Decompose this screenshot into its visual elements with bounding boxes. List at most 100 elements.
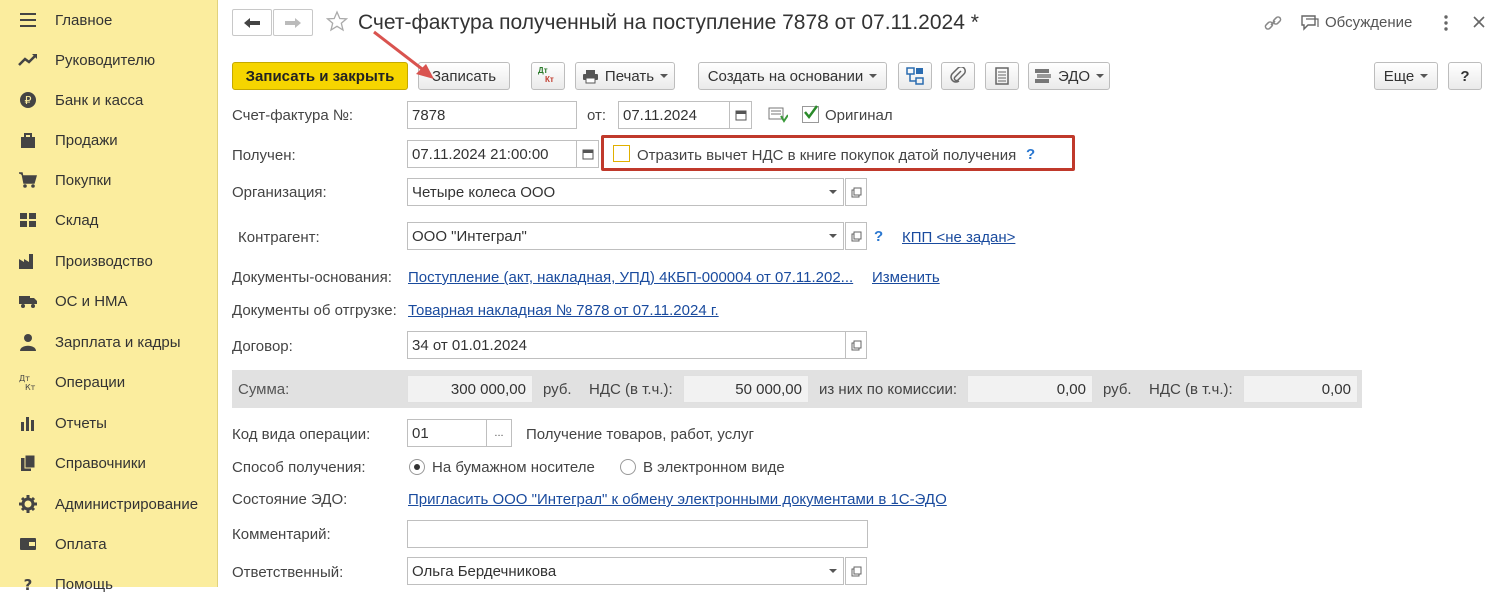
open-icon <box>851 187 861 197</box>
sum-value: 300 000,00 <box>407 375 533 403</box>
contract-input[interactable]: 34 от 01.01.2024 <box>407 331 846 359</box>
sidebar-item-help[interactable]: ? Помощь <box>0 564 218 604</box>
currency-label-1: руб. <box>543 381 572 398</box>
arrow-left-icon <box>244 17 260 28</box>
vat-label-2: НДС (в т.ч.): <box>1149 381 1233 398</box>
kpp-link[interactable]: КПП <не задан> <box>902 229 1015 246</box>
sidebar-item-bank[interactable]: ₽ Банк и касса <box>0 80 218 120</box>
create-based-on-button[interactable]: Создать на основании <box>698 62 887 90</box>
vat-deduction-checkbox[interactable] <box>613 145 630 162</box>
contractor-label: Контрагент: <box>238 229 320 246</box>
sidebar-item-salary[interactable]: Зарплата и кадры <box>0 322 218 362</box>
more-button[interactable]: Еще <box>1374 62 1438 90</box>
dt-kt-icon: Дт Кт <box>18 372 38 392</box>
sidebar-item-reports[interactable]: Отчеты <box>0 403 218 443</box>
original-checkbox[interactable] <box>802 105 819 123</box>
receiving-method-label: Способ получения: <box>232 459 366 476</box>
arrow-right-icon <box>285 17 301 28</box>
invoice-date-input[interactable]: 07.11.2024 <box>618 101 730 129</box>
edo-status-icon[interactable] <box>768 107 789 127</box>
edo-label: ЭДО <box>1057 67 1091 85</box>
operation-code-select-button[interactable]: ... <box>486 419 512 447</box>
base-documents-link[interactable]: Поступление (акт, накладная, УПД) 4КБП-0… <box>408 269 853 286</box>
paper-radio[interactable] <box>409 459 425 475</box>
comment-input[interactable] <box>407 520 868 548</box>
sidebar-item-label: Продажи <box>55 131 118 149</box>
open-icon <box>851 340 861 350</box>
forward-button[interactable] <box>273 9 313 36</box>
dt-label: Дт <box>538 66 548 75</box>
structure-icon <box>906 67 924 85</box>
electronic-radio-label: В электронном виде <box>643 459 785 476</box>
responsible-dropdown[interactable] <box>822 557 844 585</box>
sidebar-item-label: Помощь <box>55 575 113 593</box>
printer-icon <box>582 69 598 83</box>
operation-code-description: Получение товаров, работ, услуг <box>526 426 754 443</box>
print-label: Печать <box>604 67 655 85</box>
link-icon[interactable] <box>1263 14 1283 36</box>
favorite-star-icon[interactable] <box>325 10 349 36</box>
organization-open-button[interactable] <box>845 178 867 206</box>
report-button[interactable] <box>985 62 1019 90</box>
discussion-link[interactable]: Обсуждение <box>1325 14 1412 31</box>
contractor-dropdown[interactable] <box>822 222 844 250</box>
from-label: от: <box>587 107 607 124</box>
edo-invite-link[interactable]: Пригласить ООО "Интеграл" к обмену элект… <box>408 491 947 508</box>
books-icon <box>18 453 38 473</box>
sidebar-item-operations[interactable]: Дт Кт Операции <box>0 362 218 402</box>
organization-input[interactable]: Четыре колеса ООО <box>407 178 823 206</box>
operation-code-input[interactable]: 01 <box>407 419 487 447</box>
contractor-open-button[interactable] <box>845 222 867 250</box>
print-button[interactable]: Печать <box>575 62 675 90</box>
edo-state-label: Состояние ЭДО: <box>232 491 348 508</box>
organization-dropdown[interactable] <box>822 178 844 206</box>
edo-button[interactable]: ЭДО <box>1028 62 1110 90</box>
contract-open-button[interactable] <box>845 331 867 359</box>
contractor-input[interactable]: ООО "Интеграл" <box>407 222 823 250</box>
document-icon <box>995 67 1009 85</box>
more-vert-icon[interactable] <box>1443 14 1449 36</box>
discussion-icon[interactable] <box>1301 15 1319 35</box>
sidebar-item-manager[interactable]: Руководителю <box>0 40 218 80</box>
paperclip-icon <box>950 67 966 83</box>
cart-icon <box>18 170 38 190</box>
sidebar-item-admin[interactable]: Администрирование <box>0 484 218 524</box>
invoice-number-input[interactable]: 7878 <box>407 101 577 129</box>
truck-icon <box>18 291 38 311</box>
responsible-open-button[interactable] <box>845 557 867 585</box>
bag-icon <box>18 130 38 150</box>
electronic-radio[interactable] <box>620 459 636 475</box>
vat-value-2: 0,00 <box>1243 375 1358 403</box>
contractor-help-icon[interactable]: ? <box>874 228 883 245</box>
responsible-input[interactable]: Ольга Бердечникова <box>407 557 823 585</box>
calendar-button[interactable] <box>730 101 752 129</box>
close-icon[interactable] <box>1472 15 1486 33</box>
sidebar-item-label: Оплата <box>55 535 107 553</box>
sidebar-item-os-nma[interactable]: ОС и НМА <box>0 281 218 321</box>
structure-button[interactable] <box>898 62 932 90</box>
sum-label: Сумма: <box>238 381 290 398</box>
sidebar-item-production[interactable]: Производство <box>0 241 218 281</box>
annotation-arrow <box>373 30 434 79</box>
received-date-input[interactable]: 07.11.2024 21:00:00 <box>407 140 577 168</box>
sidebar-item-payment[interactable]: Оплата <box>0 524 218 564</box>
original-label: Оригинал <box>825 107 893 124</box>
shipment-documents-link[interactable]: Товарная накладная № 7878 от 07.11.2024 … <box>408 302 719 319</box>
attach-button[interactable] <box>941 62 975 90</box>
sidebar-item-directories[interactable]: Справочники <box>0 443 218 483</box>
received-calendar-button[interactable] <box>577 140 599 168</box>
change-link[interactable]: Изменить <box>872 269 940 286</box>
sidebar-item-purchases[interactable]: Покупки <box>0 160 218 200</box>
dt-kt-button[interactable]: Дт Кт <box>531 62 565 90</box>
calendar-icon <box>582 149 593 160</box>
commission-value: 0,00 <box>967 375 1093 403</box>
more-label: Еще <box>1383 67 1415 85</box>
sidebar-item-main[interactable]: Главное <box>0 0 218 40</box>
edo-icon <box>1034 69 1051 83</box>
help-button[interactable]: ? <box>1448 62 1482 90</box>
sidebar-item-warehouse[interactable]: Склад <box>0 200 218 240</box>
back-button[interactable] <box>232 9 272 36</box>
sidebar-item-label: Покупки <box>55 171 112 189</box>
vat-help-icon[interactable]: ? <box>1026 146 1035 163</box>
sidebar-item-sales[interactable]: Продажи <box>0 120 218 160</box>
